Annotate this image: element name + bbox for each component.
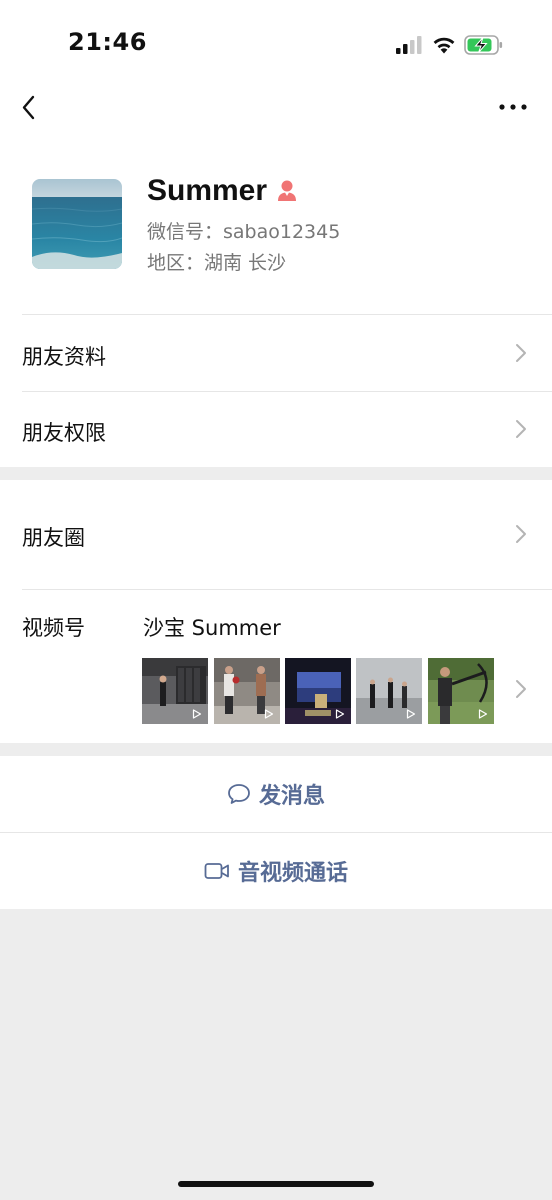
play-icon: [264, 709, 274, 719]
video-thumbnail[interactable]: [285, 658, 351, 724]
signal-icon: [396, 36, 422, 54]
status-time: 21:46: [68, 28, 147, 56]
av-call-label: 音视频通话: [237, 861, 348, 886]
channels-name: 沙宝 Summer: [143, 616, 281, 640]
chevron-right-icon: [516, 525, 526, 543]
chevron-right-icon: [516, 680, 526, 698]
row-label-channels: 视频号: [22, 616, 85, 640]
row-label-friend-info: 朋友资料: [22, 345, 106, 369]
status-icons: [394, 32, 514, 56]
avatar[interactable]: [32, 179, 122, 269]
battery-charging-icon: [464, 35, 503, 55]
back-icon[interactable]: [18, 92, 42, 124]
chevron-right-icon: [516, 344, 526, 362]
chevron-right-icon: [516, 420, 526, 438]
play-icon: [478, 709, 488, 719]
wifi-icon: [433, 37, 455, 54]
status-bar: 21:46: [0, 0, 552, 80]
chat-bubble-icon: [228, 784, 250, 804]
send-message-label: 发消息: [258, 784, 325, 809]
video-thumbnail[interactable]: [356, 658, 422, 724]
channels-thumbnails[interactable]: [142, 658, 502, 724]
row-channels[interactable]: 视频号 沙宝 Summer: [0, 590, 552, 743]
row-label-moments: 朋友圈: [22, 526, 85, 550]
send-message-button[interactable]: 发消息: [0, 756, 552, 832]
av-call-button[interactable]: 音视频通话: [0, 833, 552, 909]
more-icon[interactable]: [498, 100, 528, 114]
row-friend-permissions[interactable]: 朋友权限: [0, 392, 552, 467]
row-moments[interactable]: 朋友圈: [0, 480, 552, 589]
female-gender-icon: [278, 180, 296, 201]
contact-profile-screen: 21:46 Summer 微信号：sabao12345 地区：湖南 长沙 朋友资…: [0, 0, 552, 1200]
play-icon: [192, 709, 202, 719]
play-icon: [406, 709, 416, 719]
profile-name: Summer: [147, 174, 268, 207]
home-indicator: [178, 1181, 374, 1187]
play-icon: [335, 709, 345, 719]
moments-channels-group: 朋友圈 视频号 沙宝 Summer: [0, 480, 552, 743]
nav-bar: [0, 80, 552, 142]
wechat-id: 微信号：sabao12345: [147, 221, 341, 243]
video-thumbnail[interactable]: [214, 658, 280, 724]
video-camera-icon: [204, 863, 229, 879]
row-label-friend-permissions: 朋友权限: [22, 421, 106, 445]
video-thumbnail[interactable]: [142, 658, 208, 724]
row-friend-info[interactable]: 朋友资料: [0, 315, 552, 391]
video-thumbnail[interactable]: [428, 658, 494, 724]
region: 地区：湖南 长沙: [147, 252, 287, 274]
friend-settings-group: 朋友资料 朋友权限: [0, 314, 552, 467]
profile-header: Summer 微信号：sabao12345 地区：湖南 长沙: [0, 142, 552, 314]
